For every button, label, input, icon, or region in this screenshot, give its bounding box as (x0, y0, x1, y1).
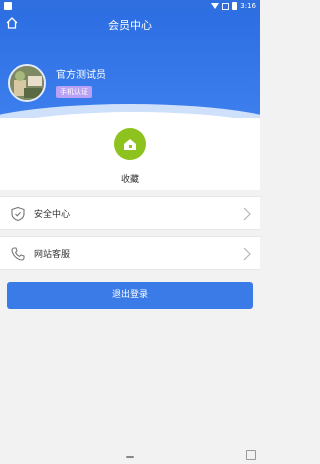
resize-icon (246, 450, 256, 460)
favorites-button[interactable] (112, 128, 148, 164)
username: 官方测试员 (56, 70, 106, 81)
chevron-right-icon (243, 247, 251, 261)
chevron-right-icon (243, 207, 251, 221)
status-icons: 3:16 (211, 1, 256, 11)
favorites-circle (114, 128, 146, 160)
verification-badge: 手机认证 (56, 86, 92, 98)
menu-item-label: 网站客服 (34, 250, 71, 260)
avatar[interactable] (8, 64, 46, 102)
member-header: 会员中心 官方测试员 手机认证 (0, 12, 260, 127)
sim-icon (4, 2, 12, 10)
menu-item-label: 安全中心 (34, 210, 71, 220)
house-icon (124, 139, 136, 150)
page-title: 会员中心 (108, 19, 152, 32)
shield-icon (11, 206, 25, 222)
avatar-image (10, 66, 44, 100)
menu-item-support[interactable]: 网站客服 (0, 236, 260, 270)
home-indicator (126, 456, 134, 458)
logout-button[interactable]: 退出登录 (7, 282, 253, 309)
menu-item-security[interactable]: 安全中心 (0, 196, 260, 230)
status-bar: 3:16 (0, 0, 260, 12)
status-time: 3:16 (240, 2, 256, 10)
battery-icon (232, 2, 238, 10)
favorites-label: 收藏 (120, 175, 139, 185)
wifi-icon (211, 3, 220, 9)
signal-icon (222, 2, 230, 10)
phone-icon (11, 247, 25, 261)
